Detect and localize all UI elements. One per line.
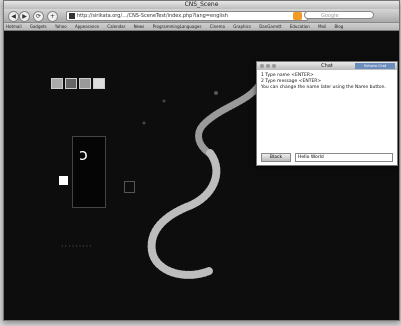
bookmark-item[interactable]: Mail [318,24,326,29]
title-bar: CNS_Scene [4,1,399,9]
chat-input-row: Black Hello World [261,153,393,162]
bookmark-item[interactable]: ProgrammingLanguages [153,24,202,29]
chat-messages: 1 Type name <ENTER> 2 Type message <ENTE… [261,73,393,91]
bookmark-item[interactable]: Education [290,24,310,29]
url-field[interactable]: http://sirikata.org/.../CNS-SceneTest/in… [66,11,308,21]
close-icon[interactable] [260,64,264,68]
browser-window: CNS_Scene ◀ ▶ ⟳ + http://sirikata.org/..… [3,0,400,321]
url-text: http://sirikata.org/.../CNS-SceneTest/in… [77,13,228,19]
bookmark-item[interactable]: Graphics [233,24,251,29]
chat-line: You can change the name later using the … [261,85,386,90]
add-bookmark-button[interactable]: + [47,11,58,22]
back-button[interactable]: ◀ [8,11,19,22]
bookmark-item[interactable]: Calendar [107,24,125,29]
bookmark-item[interactable]: Hotmail [6,24,22,29]
bookmark-item[interactable]: Appearance [75,24,99,29]
favicon-icon [69,13,75,19]
chat-window: Chat Sirikata Chat 1 Type name <ENTER> 2… [256,61,398,166]
browser-toolbar: ◀ ▶ ⟳ + http://sirikata.org/.../CNS-Scen… [4,9,399,23]
bookmark-item[interactable]: Cinema [210,24,225,29]
chat-title: Chat [321,63,333,69]
forward-button[interactable]: ▶ [19,11,30,22]
rss-icon[interactable] [293,12,302,20]
search-placeholder: Google [321,13,339,19]
reload-button[interactable]: ⟳ [33,11,44,22]
scene-canvas[interactable]: ↄ ········· Chat Sirikata Chat 1 Type na… [4,31,399,320]
bookmark-item[interactable]: News [134,24,145,29]
bookmark-item[interactable]: Yahoo [55,24,67,29]
name-button[interactable]: Black [261,153,291,162]
bookmarks-bar: Hotmail Gadgets Yahoo Appearance Calenda… [4,23,399,31]
chat-title-bar: Chat Sirikata Chat [257,62,397,70]
chat-badge: Sirikata Chat [355,63,395,69]
window-controls [260,64,276,68]
window-title: CNS_Scene [184,1,219,8]
mouse-cursor-icon: ▲ [375,154,381,162]
bookmark-item[interactable]: DanGarrett [259,24,281,29]
bookmark-item[interactable]: Gadgets [30,24,47,29]
zoom-icon[interactable] [272,64,276,68]
search-input[interactable]: Google [293,11,374,20]
minimize-icon[interactable] [266,64,270,68]
bookmark-item[interactable]: Blog [334,24,343,29]
